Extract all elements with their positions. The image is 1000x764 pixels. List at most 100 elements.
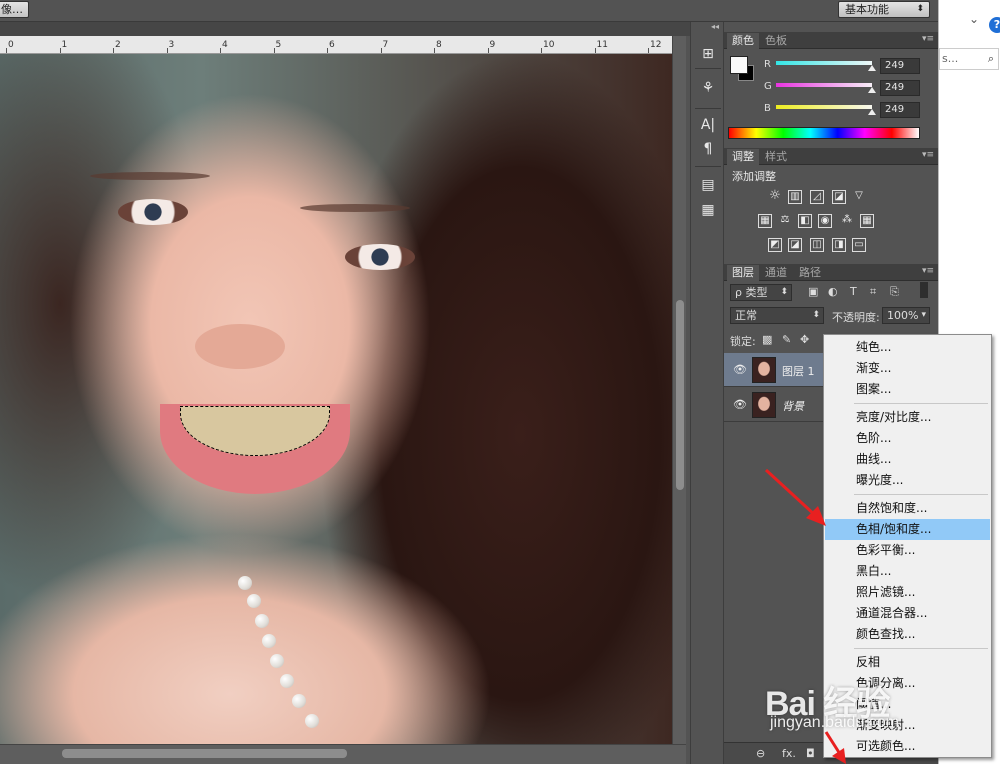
- menu-item[interactable]: 自然饱和度...: [825, 498, 990, 519]
- magnifier-icon[interactable]: ⌕: [988, 49, 994, 69]
- photo-filter-icon[interactable]: ◉: [818, 214, 832, 228]
- filter-shape-icon[interactable]: ⌗: [870, 285, 876, 299]
- menu-item[interactable]: 曝光度...: [825, 470, 990, 491]
- blend-mode-value: 正常: [735, 309, 757, 322]
- lock-transparent-icon[interactable]: ▩: [762, 333, 772, 346]
- exposure-icon[interactable]: ◪: [832, 190, 846, 204]
- layer-style-icon[interactable]: fx.: [782, 747, 796, 760]
- ruler-tick-label: 0: [8, 40, 14, 50]
- menu-item[interactable]: 照片滤镜...: [825, 582, 990, 603]
- lock-position-icon[interactable]: ✥: [800, 333, 809, 346]
- hue-saturation-icon[interactable]: ▦: [758, 214, 772, 228]
- eye-icon[interactable]: 👁: [733, 398, 747, 411]
- menu-item[interactable]: 亮度/对比度...: [825, 407, 990, 428]
- chevron-down-icon: ▾: [921, 310, 926, 320]
- threshold-icon[interactable]: ◫: [810, 238, 824, 252]
- channel-g-slider[interactable]: [776, 83, 872, 87]
- color-balance-icon[interactable]: ⚖: [778, 214, 792, 228]
- history-icon[interactable]: ⊞: [698, 44, 718, 64]
- search-box[interactable]: s... ⌕: [939, 48, 999, 70]
- collapse-icon[interactable]: ◂◂: [711, 22, 719, 31]
- ruler-tick-label: 6: [329, 40, 335, 50]
- color-spectrum-bar[interactable]: [728, 127, 920, 139]
- photoshop-window: 像… 基本功能 ⬍ ⌄ ? s... ⌕ 0 1 2 3 4 5 6 7 8 9 10 11 12: [0, 0, 1000, 764]
- menu-item[interactable]: 色相/饱和度...: [825, 519, 990, 540]
- channel-r-slider[interactable]: [776, 61, 872, 65]
- menu-item[interactable]: 色彩平衡...: [825, 540, 990, 561]
- channel-mixer-icon[interactable]: ⁂: [840, 214, 854, 228]
- notes-icon[interactable]: ▦: [698, 200, 718, 220]
- tab-layers[interactable]: 图层: [727, 265, 759, 281]
- channel-b-value[interactable]: 249: [880, 102, 920, 118]
- channel-r-value[interactable]: 249: [880, 58, 920, 74]
- black-white-icon[interactable]: ◧: [798, 214, 812, 228]
- layer-filter-select[interactable]: ρ 类型 ⬍: [730, 284, 792, 301]
- layer-mask-icon[interactable]: ◘: [806, 747, 815, 760]
- menu-item[interactable]: 色阶...: [825, 428, 990, 449]
- add-adjustment-label: 添加调整: [732, 170, 776, 183]
- filter-toggle[interactable]: [920, 282, 928, 298]
- blend-mode-select[interactable]: 正常 ⬍: [730, 307, 824, 324]
- tab-styles[interactable]: 样式: [760, 149, 792, 165]
- slider-knob-icon[interactable]: [868, 65, 876, 71]
- tab-paths[interactable]: 路径: [794, 265, 826, 281]
- properties-icon[interactable]: ▤: [698, 175, 718, 195]
- brightness-icon[interactable]: ☼: [768, 189, 782, 204]
- posterize-icon[interactable]: ◪: [788, 238, 802, 252]
- pearl: [262, 634, 276, 648]
- character-icon[interactable]: A|: [698, 115, 718, 135]
- tab-color[interactable]: 颜色: [727, 33, 759, 49]
- channel-r-label: R: [764, 59, 771, 70]
- paragraph-icon[interactable]: ¶: [698, 139, 718, 159]
- lock-paint-icon[interactable]: ✎: [782, 333, 791, 346]
- invert-icon[interactable]: ◩: [768, 238, 782, 252]
- options-bar: 像… 基本功能 ⬍: [0, 0, 938, 22]
- menu-item[interactable]: 通道混合器...: [825, 603, 990, 624]
- menu-item[interactable]: 渐变...: [825, 358, 990, 379]
- scroll-thumb[interactable]: [62, 749, 347, 758]
- scroll-thumb[interactable]: [676, 300, 684, 490]
- tab-adjustments[interactable]: 调整: [727, 149, 759, 165]
- vertical-scrollbar[interactable]: [672, 36, 686, 744]
- image-canvas[interactable]: [0, 54, 672, 744]
- color-lookup-icon[interactable]: ▦: [860, 214, 874, 228]
- vibrance-icon[interactable]: ▽: [852, 190, 866, 204]
- levels-icon[interactable]: ▥: [788, 190, 802, 204]
- chevron-down-icon[interactable]: ⌄: [969, 12, 979, 26]
- horizontal-scrollbar[interactable]: [0, 744, 686, 764]
- tab-swatches[interactable]: 色板: [760, 33, 792, 49]
- menu-item[interactable]: 黑白...: [825, 561, 990, 582]
- foreground-color-swatch[interactable]: [730, 56, 748, 74]
- nose: [195, 324, 285, 369]
- eye-icon[interactable]: 👁: [733, 363, 747, 376]
- options-button[interactable]: 像…: [0, 1, 29, 18]
- link-layers-icon[interactable]: ⊖: [756, 747, 765, 760]
- slider-knob-icon[interactable]: [868, 109, 876, 115]
- panel-menu-icon[interactable]: ▾≡: [922, 266, 934, 276]
- adjustments-panel-tabs: 调整 样式 ▾≡: [724, 148, 938, 165]
- panel-menu-icon[interactable]: ▾≡: [922, 150, 934, 160]
- menu-item[interactable]: 纯色...: [825, 337, 990, 358]
- tab-channels[interactable]: 通道: [760, 265, 792, 281]
- slider-knob-icon[interactable]: [868, 87, 876, 93]
- menu-item[interactable]: 颜色查找...: [825, 624, 990, 645]
- panel-menu-icon[interactable]: ▾≡: [922, 34, 934, 44]
- help-icon[interactable]: ?: [989, 17, 1000, 33]
- channel-b-slider[interactable]: [776, 105, 872, 109]
- workspace-switcher[interactable]: 基本功能 ⬍: [838, 1, 930, 18]
- curves-icon[interactable]: ◿: [810, 190, 824, 204]
- opacity-input[interactable]: 100% ▾: [882, 307, 930, 324]
- channel-g-value[interactable]: 249: [880, 80, 920, 96]
- lock-label: 锁定:: [730, 335, 756, 348]
- menu-separator: [854, 403, 988, 404]
- filter-type-icon[interactable]: T: [850, 285, 857, 298]
- selective-color-icon[interactable]: ▭: [852, 238, 866, 252]
- gradient-map-icon[interactable]: ◨: [832, 238, 846, 252]
- brush-preset-icon[interactable]: ⚘: [698, 78, 718, 98]
- filter-adjustment-icon[interactable]: ◐: [828, 285, 838, 298]
- filter-smart-object-icon[interactable]: ⎘: [890, 285, 899, 299]
- menu-item[interactable]: 反相: [825, 652, 990, 673]
- menu-item[interactable]: 图案...: [825, 379, 990, 400]
- filter-pixel-icon[interactable]: ▣: [808, 285, 818, 298]
- menu-item[interactable]: 曲线...: [825, 449, 990, 470]
